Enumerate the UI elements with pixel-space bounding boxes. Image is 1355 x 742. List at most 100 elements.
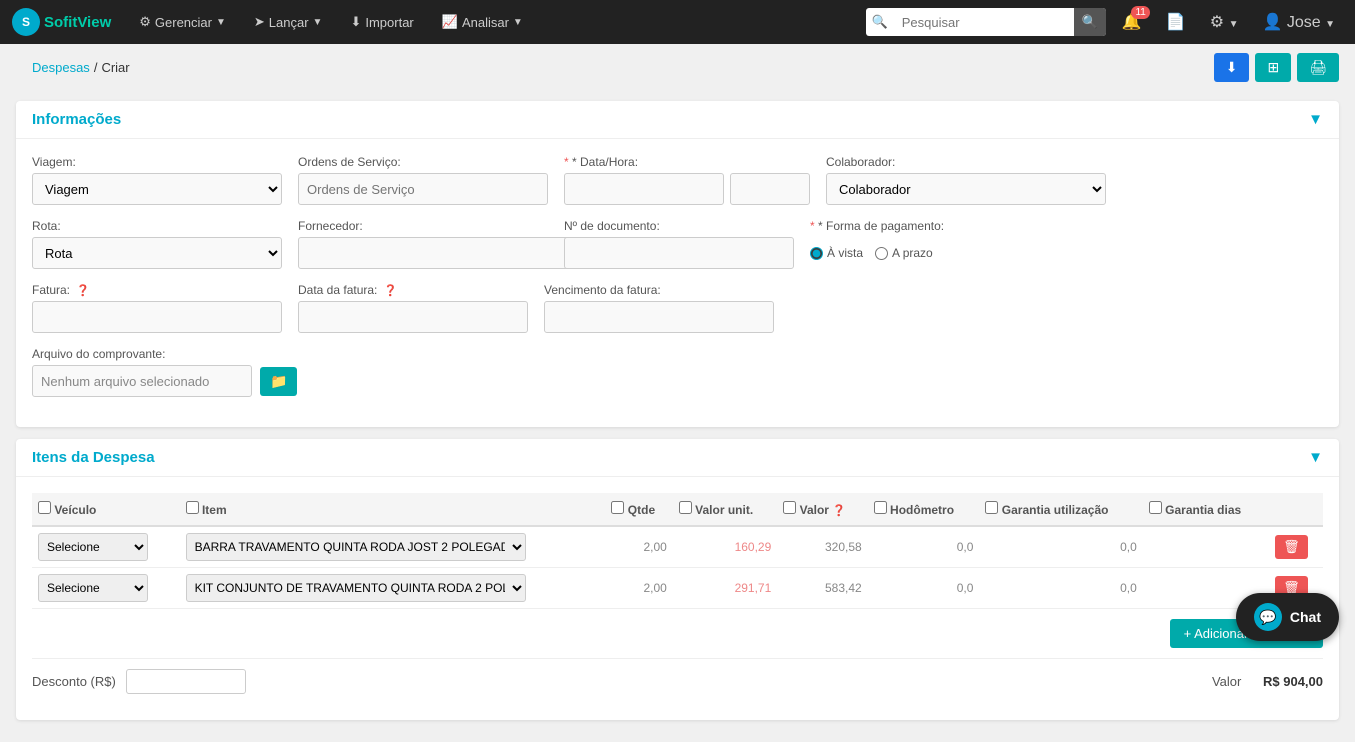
select-all-garantia-dias[interactable] <box>1149 501 1162 514</box>
select-all-hodometro[interactable] <box>874 501 887 514</box>
search-input[interactable] <box>894 15 1074 30</box>
field-rota: Rota: Rota <box>32 219 282 269</box>
fatura-input[interactable] <box>32 301 282 333</box>
veiculo-select-1[interactable]: Selecione <box>38 574 148 602</box>
itens-title: Itens da Despesa <box>32 449 155 466</box>
cell-valor: 320,58 <box>777 526 867 568</box>
item-select-0[interactable]: BARRA TRAVAMENTO QUINTA RODA JOST 2 POLE… <box>186 533 526 561</box>
collapse-icon[interactable]: ▼ <box>1308 449 1323 466</box>
veiculo-select-0[interactable]: Selecione <box>38 533 148 561</box>
select-all-item[interactable] <box>186 501 199 514</box>
rocket-icon: ➤ <box>254 14 265 30</box>
fpagto-aprazo-option[interactable]: A prazo <box>875 246 933 260</box>
chevron-down-icon: ▼ <box>1325 19 1335 30</box>
field-fatura: Fatura: ❓ <box>32 283 282 333</box>
nav-item-gerenciar[interactable]: ⚙ Gerenciar ▼ <box>129 8 236 36</box>
datahora-label: * * Data/Hora: <box>564 155 810 169</box>
select-all-garantia-util[interactable] <box>985 501 998 514</box>
vencimento-input[interactable] <box>544 301 774 333</box>
fatura-label: Fatura: ❓ <box>32 283 282 297</box>
informacoes-body: Viagem: Viagem Ordens de Serviço: * * Da… <box>16 139 1339 427</box>
top-navigation: S SofitView ⚙ Gerenciar ▼ ➤ Lançar ▼ ⬇ I… <box>0 0 1355 44</box>
select-all-veiculo[interactable] <box>38 501 51 514</box>
collapse-icon[interactable]: ▼ <box>1308 111 1323 128</box>
cell-veiculo: Selecione <box>32 568 180 609</box>
search-button[interactable]: 🔍 <box>1074 8 1106 36</box>
notifications-bell[interactable]: 🔔 11 <box>1114 8 1150 36</box>
export-button[interactable]: ⊞ <box>1255 53 1291 82</box>
ordens-input[interactable] <box>298 173 548 205</box>
informacoes-card: Informações ▼ Viagem: Viagem Ordens de S… <box>16 101 1339 427</box>
colaborador-select[interactable]: Colaborador <box>826 173 1106 205</box>
breadcrumb-row: Despesas / Criar ⬇ ⊞ 🖨 <box>0 44 1355 91</box>
cell-item: BARRA TRAVAMENTO QUINTA RODA JOST 2 POLE… <box>180 526 606 568</box>
file-upload-button[interactable]: 📁 <box>260 367 297 396</box>
field-fpagto: * * Forma de pagamento: À vista A prazo <box>810 219 1010 269</box>
fornecedor-label: Fornecedor: <box>298 219 548 233</box>
field-vencimento: Vencimento da fatura: <box>544 283 774 333</box>
cell-qtde: 2,00 <box>605 526 672 568</box>
print-button[interactable]: 🖨 <box>1297 53 1339 82</box>
col-garantia-util: Garantia utilização <box>979 493 1142 526</box>
cell-item: KIT CONJUNTO DE TRAVAMENTO QUINTA RODA 2… <box>180 568 606 609</box>
footer-row: Desconto (R$) 0,00 Valor R$ 904,00 <box>32 658 1323 704</box>
fpagto-aprazo-radio[interactable] <box>875 247 888 260</box>
field-datafatura: Data da fatura: ❓ <box>298 283 528 333</box>
cell-valor-unit: 160,29 <box>673 526 777 568</box>
field-fornecedor: Fornecedor: SOFITPEÇAS (25.852.524/0001-… <box>298 219 548 269</box>
nav-item-lancar[interactable]: ➤ Lançar ▼ <box>244 8 333 36</box>
documents-icon[interactable]: 📄 <box>1158 8 1194 36</box>
search-icon: 🔍 <box>866 14 894 30</box>
save-button[interactable]: ⬇ <box>1214 53 1250 82</box>
header-actions: ⬇ ⊞ 🖨 <box>1214 53 1339 82</box>
file-input-wrapper: Nenhum arquivo selecionado 📁 <box>32 365 332 397</box>
field-viagem: Viagem: Viagem <box>32 155 282 205</box>
desconto-input[interactable]: 0,00 <box>126 669 246 694</box>
cell-delete: 🗑 <box>1269 526 1323 568</box>
cell-garantia-util: 0,0 <box>979 568 1142 609</box>
col-hodometro: Hodômetro <box>868 493 980 526</box>
rota-select[interactable]: Rota <box>32 237 282 269</box>
user-icon: 👤 <box>1262 14 1282 31</box>
col-qtde: Qtde <box>605 493 672 526</box>
itens-header: Itens da Despesa ▼ <box>16 439 1339 477</box>
datafatura-input[interactable] <box>298 301 528 333</box>
chevron-down-icon: ▼ <box>313 17 323 28</box>
delete-row-button-0[interactable]: 🗑 <box>1275 535 1308 559</box>
ordens-label: Ordens de Serviço: <box>298 155 548 169</box>
chat-bubble[interactable]: 💬 Chat <box>1236 593 1339 641</box>
chat-label: Chat <box>1290 609 1321 625</box>
col-veiculo: Veículo <box>32 493 180 526</box>
nav-item-analisar[interactable]: 📈 Analisar ▼ <box>432 8 533 36</box>
viagem-select[interactable]: Viagem <box>32 173 282 205</box>
fpagto-avista-option[interactable]: À vista <box>810 246 863 260</box>
import-icon: ⬇ <box>350 14 361 30</box>
ndoc-input[interactable]: 000258441 <box>564 237 794 269</box>
file-input-text: Nenhum arquivo selecionado <box>32 365 252 397</box>
form-row-1: Viagem: Viagem Ordens de Serviço: * * Da… <box>32 155 1323 205</box>
select-all-valor[interactable] <box>783 501 796 514</box>
hora-input[interactable]: 16:48 <box>730 173 810 205</box>
data-input[interactable]: 27/08/2020 <box>564 173 724 205</box>
select-all-valor-unit[interactable] <box>679 501 692 514</box>
app-name: SofitView <box>44 14 111 31</box>
cell-hodometro: 0,0 <box>868 526 980 568</box>
fornecedor-input[interactable]: SOFITPEÇAS (25.852.524/0001-31) <box>298 237 598 269</box>
valor-label: Valor <box>1212 674 1241 689</box>
breadcrumb-parent[interactable]: Despesas <box>32 60 90 75</box>
vencimento-label: Vencimento da fatura: <box>544 283 774 297</box>
table-header-row: Veículo Item Qtde Valor unit. <box>32 493 1323 526</box>
field-ndoc: Nº de documento: 000258441 <box>564 219 794 269</box>
nav-item-importar[interactable]: ⬇ Importar <box>340 8 423 36</box>
select-all-qtde[interactable] <box>611 501 624 514</box>
user-menu[interactable]: 👤 Jose ▼ <box>1254 8 1343 36</box>
item-select-1[interactable]: KIT CONJUNTO DE TRAVAMENTO QUINTA RODA 2… <box>186 574 526 602</box>
col-valor-unit: Valor unit. <box>673 493 777 526</box>
settings-icon[interactable]: ⚙ ▼ <box>1202 8 1247 36</box>
viagem-label: Viagem: <box>32 155 282 169</box>
main-content: Informações ▼ Viagem: Viagem Ordens de S… <box>0 91 1355 742</box>
fpagto-avista-radio[interactable] <box>810 247 823 260</box>
app-logo[interactable]: S SofitView <box>12 8 111 36</box>
field-colaborador: Colaborador: Colaborador <box>826 155 1106 205</box>
cell-valor: 583,42 <box>777 568 867 609</box>
